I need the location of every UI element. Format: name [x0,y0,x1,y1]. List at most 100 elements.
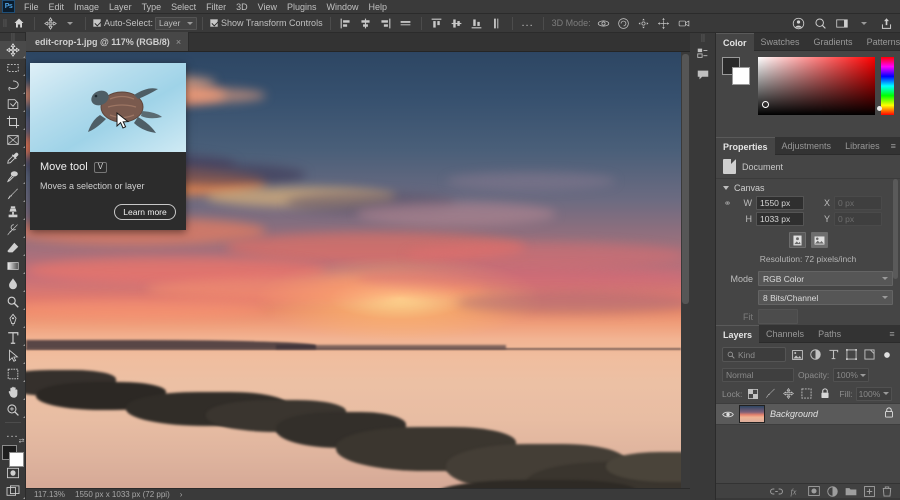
filter-type-icon[interactable] [826,347,840,362]
search-icon[interactable] [810,14,830,33]
new-group-icon[interactable] [845,486,857,496]
tab-patterns[interactable]: Patterns [860,33,900,51]
tool-marquee-tool[interactable] [0,59,26,77]
distribute-horizontally-icon[interactable] [396,14,416,33]
show-transform-checkbox[interactable] [210,19,218,27]
layer-style-fx-icon[interactable]: fx [790,486,801,497]
menu-window[interactable]: Window [322,0,364,14]
color-picker-marker[interactable] [762,101,769,108]
auto-select-scope-dropdown[interactable]: Layer [155,17,197,30]
tool-eraser-tool[interactable] [0,239,26,257]
tool-pen-tool[interactable] [0,311,26,329]
tab-libraries[interactable]: Libraries [838,137,887,155]
align-vertical-centers-icon[interactable] [447,14,467,33]
more-options-icon[interactable]: ... [518,14,538,33]
link-layers-icon[interactable] [770,487,783,496]
opacity-input[interactable]: 100% [833,368,869,382]
distribute-vertically-icon[interactable] [487,14,507,33]
layer-visibility-icon[interactable] [722,410,734,419]
swap-colors-icon[interactable]: ⇄ [19,437,25,445]
menu-file[interactable]: File [19,0,44,14]
pan-3d-icon[interactable] [634,14,654,33]
slide-3d-icon[interactable] [654,14,674,33]
blend-mode-dropdown[interactable]: Normal [722,368,794,382]
filter-toggle-icon[interactable] [880,347,894,362]
menu-view[interactable]: View [253,0,282,14]
zoom-level[interactable]: 117.13% [34,490,65,499]
properties-scrollbar[interactable] [893,179,898,279]
background-color-swatch[interactable] [732,67,750,85]
auto-select-checkbox[interactable] [93,19,101,27]
tool-frame-tool[interactable] [0,131,26,149]
filter-pixel-icon[interactable] [790,347,804,362]
auto-select-option[interactable]: Auto-Select: [91,18,155,28]
color-panel-swatches[interactable] [722,57,752,85]
menu-help[interactable]: Help [364,0,393,14]
tab-swatches[interactable]: Swatches [754,33,807,51]
lock-position-icon[interactable] [781,386,796,401]
workspace-caret-icon[interactable] [854,14,874,33]
screen-mode-icon[interactable] [0,482,26,500]
home-icon[interactable] [9,14,29,33]
comment-icon[interactable] [690,64,716,86]
align-horizontal-centers-icon[interactable] [356,14,376,33]
filter-adjustment-icon[interactable] [808,347,822,362]
align-bottom-edges-icon[interactable] [467,14,487,33]
menu-layer[interactable]: Layer [104,0,137,14]
tool-path-selection-tool[interactable] [0,347,26,365]
fit-dropdown[interactable] [758,309,798,324]
color-swatches[interactable]: ⇄ [1,444,25,464]
lock-transparency-icon[interactable] [745,386,760,401]
y-input[interactable]: 0 px [834,212,882,226]
menu-select[interactable]: Select [166,0,201,14]
tool-object-selection-tool[interactable] [0,95,26,113]
user-account-icon[interactable] [788,14,808,33]
hue-slider[interactable] [881,57,894,115]
x-input[interactable]: 0 px [834,196,882,210]
menu-edit[interactable]: Edit [44,0,70,14]
fill-input[interactable]: 100% [856,387,892,401]
menu-image[interactable]: Image [69,0,104,14]
tools-panel-grip[interactable]: ⣿ [0,33,25,41]
tool-gradient-tool[interactable] [0,257,26,275]
layer-locked-icon[interactable] [884,407,894,421]
portrait-orientation-button[interactable] [789,232,806,248]
tool-dodge-tool[interactable] [0,293,26,311]
hue-slider-marker[interactable] [877,106,882,111]
filter-shape-icon[interactable] [844,347,858,362]
move-tool-options-caret-icon[interactable] [60,14,80,33]
tool-history-brush-tool[interactable] [0,221,26,239]
landscape-orientation-button[interactable] [811,232,828,248]
color-field[interactable] [758,57,875,115]
layer-name[interactable]: Background [770,409,879,419]
tool-type-tool[interactable] [0,329,26,347]
lock-image-icon[interactable] [763,386,778,401]
width-input[interactable]: 1550 px [756,196,804,210]
lock-all-icon[interactable] [817,386,832,401]
align-left-edges-icon[interactable] [336,14,356,33]
options-bar-grip[interactable]: ⣿ [0,14,9,33]
quick-mask-icon[interactable] [0,464,26,482]
share-icon[interactable] [876,14,896,33]
new-layer-icon[interactable] [864,486,875,497]
menu-type[interactable]: Type [137,0,167,14]
tool-move-tool[interactable] [0,41,26,59]
tool-brush-tool[interactable] [0,185,26,203]
scroll-thumb[interactable] [682,54,689,304]
properties-panel-menu-icon[interactable]: ≡ [887,137,900,154]
tab-paths[interactable]: Paths [811,325,848,343]
menu-3d[interactable]: 3D [231,0,253,14]
orbit-3d-icon[interactable] [594,14,614,33]
filter-smart-object-icon[interactable] [862,347,876,362]
tool-spot-healing-brush-tool[interactable] [0,167,26,185]
height-input[interactable]: 1033 px [756,212,804,226]
menu-plugins[interactable]: Plugins [282,0,322,14]
lock-artboard-icon[interactable] [799,386,814,401]
workspace-icon[interactable] [832,14,852,33]
layer-filter-kind-dropdown[interactable]: Kind [722,347,786,362]
tab-adjustments[interactable]: Adjustments [775,137,839,155]
delete-layer-icon[interactable] [882,486,892,497]
link-dimensions-icon[interactable]: ⚭ [723,198,732,209]
tool-shape-tool[interactable] [0,365,26,383]
tool-clone-stamp-tool[interactable] [0,203,26,221]
